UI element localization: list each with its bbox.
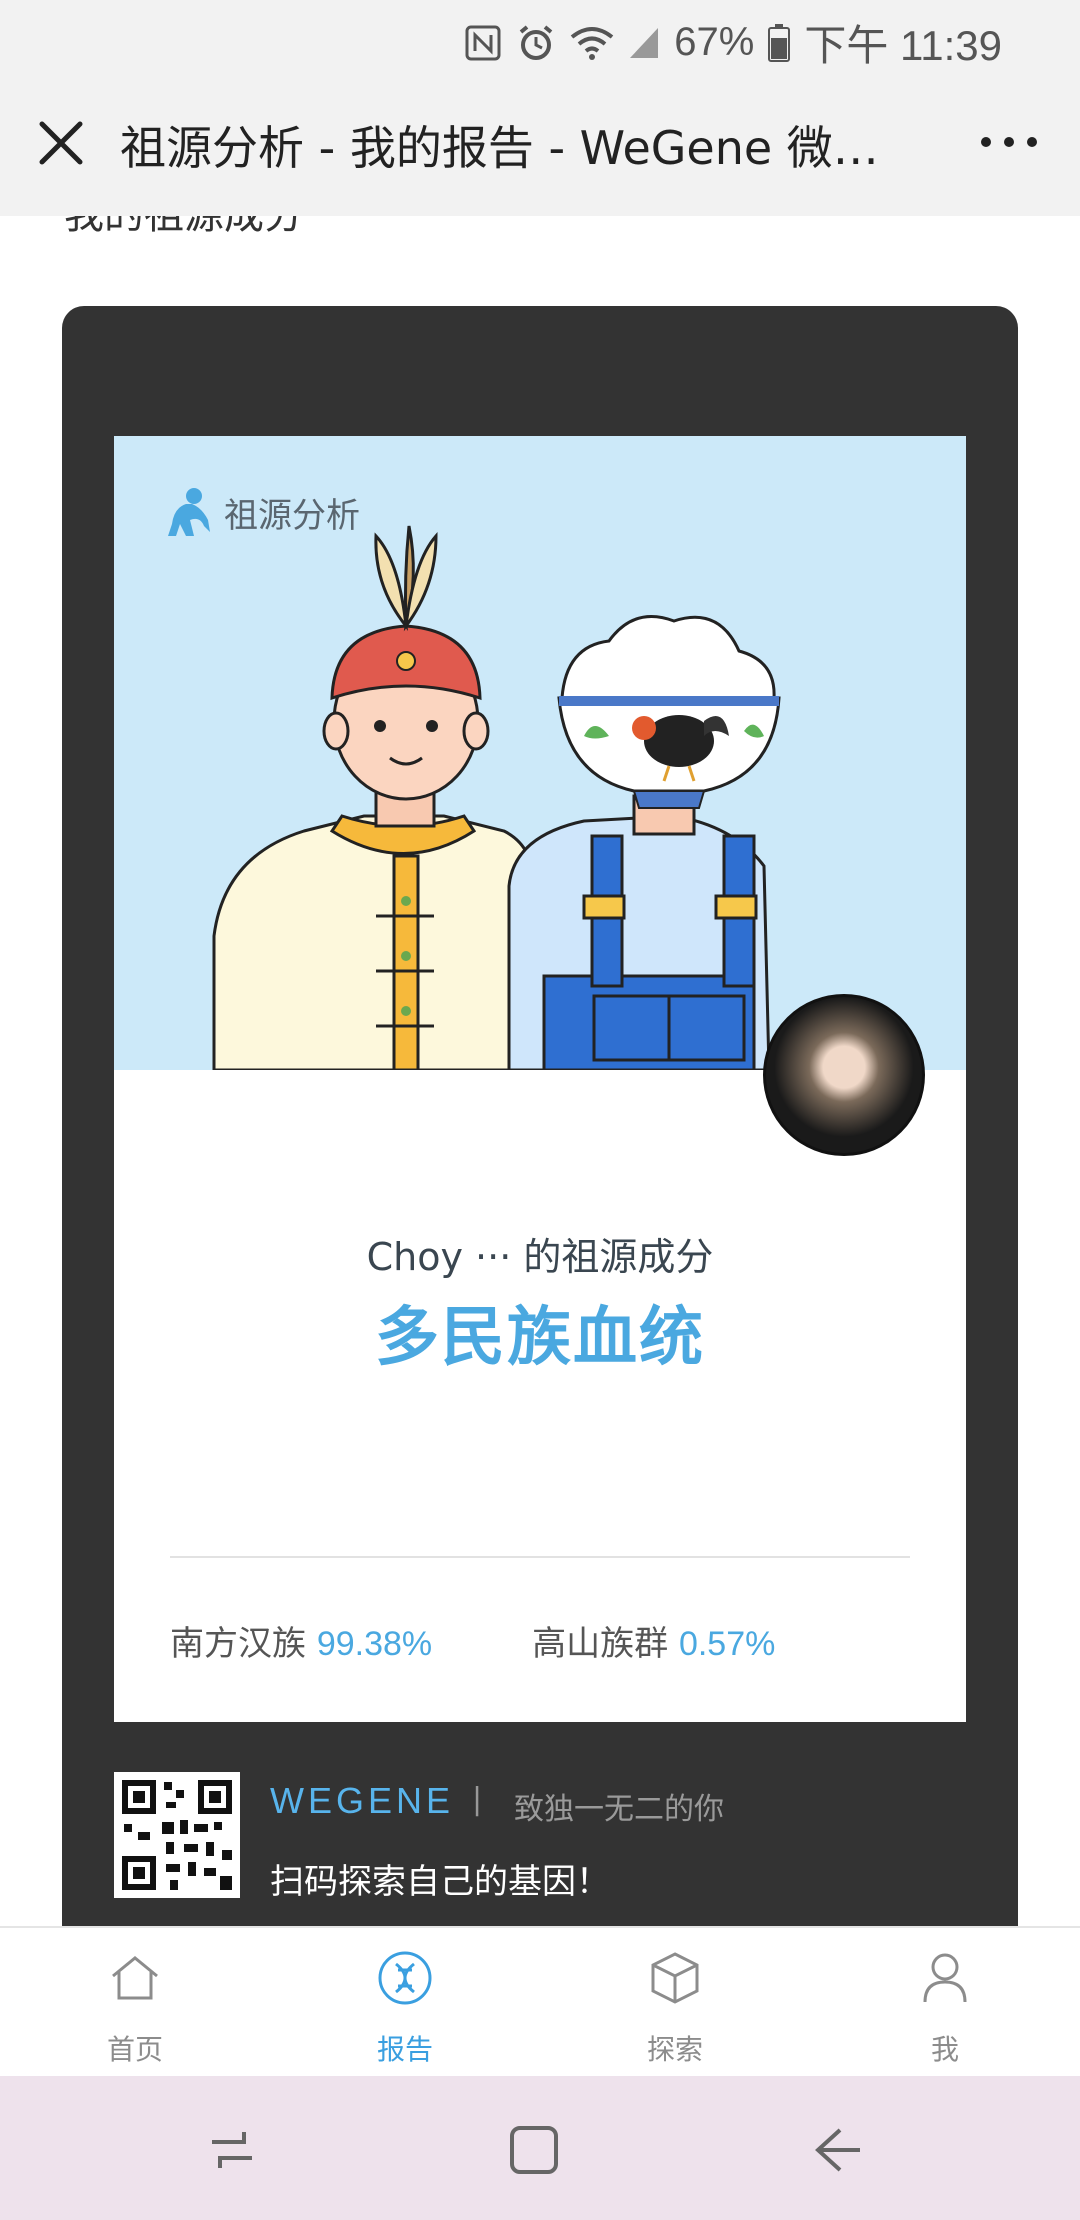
clock: 下午 11:39 <box>804 22 1002 69</box>
separator: | <box>472 1782 483 1817</box>
user-avatar <box>763 994 925 1156</box>
slogan: 致独一无二的你 <box>514 1792 724 1827</box>
back-icon[interactable] <box>810 2122 866 2178</box>
tab-label: 探索 <box>646 2033 703 2066</box>
title-bar: 祖源分析 - 我的报告 - WeGene 微… <box>0 72 1080 218</box>
tab-label: 首页 <box>106 2033 163 2066</box>
section-heading: 我的祖源成分 <box>64 216 304 240</box>
tab-label: 我 <box>930 2033 959 2066</box>
stat-value: 99.38% <box>316 1625 433 1663</box>
ancestry-stats: 南方汉族 99.38% 高山族群 0.57% <box>170 1616 775 1665</box>
battery-percent: 67% <box>674 20 755 64</box>
close-icon[interactable] <box>36 118 86 168</box>
scan-prompt: 扫码探索自己的基因！ <box>270 1862 610 1902</box>
tab-explore[interactable]: 探索 <box>540 1928 810 2078</box>
stat-label: 南方汉族 <box>170 1624 306 1664</box>
signal-icon <box>630 27 659 58</box>
tab-home[interactable]: 首页 <box>0 1928 270 2078</box>
recent-apps-icon[interactable] <box>204 2122 260 2178</box>
qr-code <box>114 1772 240 1898</box>
tab-me[interactable]: 我 <box>810 1928 1080 2078</box>
tab-bar: 首页 报告 探索 我 <box>0 1926 1080 2078</box>
wifi-icon <box>571 26 614 60</box>
status-icons: 67% 下午 11:39 <box>464 12 1002 73</box>
stat-item: 南方汉族 99.38% <box>170 1616 432 1665</box>
home-icon <box>112 1956 158 2000</box>
nfc-icon <box>465 25 501 60</box>
cube-icon <box>651 1952 699 2004</box>
stat-item: 高山族群 0.57% <box>532 1616 775 1665</box>
result-title: 多民族血统 <box>375 1301 705 1375</box>
tab-label: 报告 <box>376 2033 433 2066</box>
divider <box>170 1556 910 1558</box>
report-content[interactable]: 我的祖源成分 祖源分析 <box>0 216 1080 1926</box>
wegene-logo-text: WEGENE <box>270 1780 455 1821</box>
tab-report[interactable]: 报告 <box>270 1928 540 2078</box>
more-options-icon[interactable] <box>974 122 1044 162</box>
stat-label: 高山族群 <box>532 1624 669 1664</box>
page-title: 祖源分析 - 我的报告 - WeGene 微… <box>120 121 879 175</box>
alarm-icon <box>520 24 553 60</box>
status-bar: 67% 下午 11:39 <box>0 0 1080 72</box>
user-icon <box>923 1953 967 2003</box>
ancestry-illustration: 祖源分析 <box>114 436 966 1070</box>
stat-value: 0.57% <box>678 1625 776 1663</box>
share-footer: WEGENE | 致独一无二的你 扫码探索自己的基因！ <box>114 1772 966 1902</box>
dna-icon <box>378 1951 432 2005</box>
home-button-icon[interactable] <box>506 2122 562 2178</box>
battery-icon <box>768 23 791 62</box>
system-nav-bar <box>0 2076 1080 2220</box>
owner-line: Choy ··· 的祖源成分 <box>366 1235 714 1279</box>
characters-illustration <box>212 525 781 1070</box>
